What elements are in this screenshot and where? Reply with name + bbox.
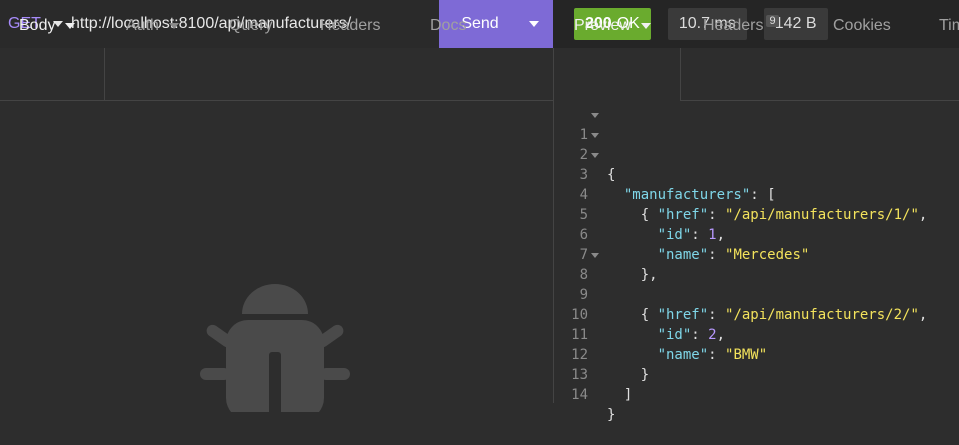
code-line: 11 "name": "BMW" [554,305,959,363]
tab-docs[interactable]: Docs [430,0,466,52]
tab-headers[interactable]: Headers [320,0,380,52]
code-line: 14 } [554,365,959,423]
bug-icon [200,284,350,412]
line-number: 14 [571,387,588,403]
tab-body-container [0,48,105,100]
tab-query[interactable]: Query [229,0,273,52]
headers-count-badge: 9 [766,15,779,27]
code-text: ] [623,387,633,403]
response-preview[interactable]: 1 { 2 "manufacturers": [ 3 { 4 "href": "… [554,102,959,423]
fold-caret-icon[interactable] [591,113,599,118]
fold-caret-icon[interactable] [591,133,599,138]
tab-label: Headers [703,17,764,34]
tab-body[interactable]: Body [19,0,76,52]
tab-response-headers[interactable]: Headers 9 [703,0,779,52]
code-line: 7 }, [554,225,959,283]
tab-label: Auth [126,17,159,34]
tab-timeline[interactable]: Tim [939,0,959,52]
tab-label: Preview [574,17,631,34]
tab-label: Headers [320,17,381,34]
code-line: 1 { [554,105,959,183]
caret-down-icon[interactable] [529,21,539,27]
tab-preview[interactable]: Preview [574,0,651,52]
tab-label: Cookies [833,17,891,34]
code-line: 4 "href": "/api/manufacturers/1/", [554,165,959,223]
code-line: 9 "href": "/api/manufacturers/2/", [554,265,959,323]
tab-preview-container [554,48,681,101]
tab-label: Query [229,17,273,34]
code-line: 3 { [554,145,959,223]
code-line: 5 "id": 1, [554,185,959,243]
tab-cookies[interactable]: Cookies [833,0,891,52]
tab-label: Docs [430,17,467,34]
tab-label: Tim [939,17,959,34]
caret-down-icon [640,23,651,29]
fold-caret-icon[interactable] [591,253,599,258]
code-line: 10 "id": 2, [554,285,959,343]
caret-down-icon [168,23,179,29]
tab-label: Body [19,17,56,34]
caret-down-icon [65,23,76,29]
code-line: 2 "manufacturers": [ [554,125,959,203]
code-text: } [607,407,616,423]
code-line: 13 ] [554,345,959,403]
fold-caret-icon[interactable] [591,153,599,158]
code-line: 12 } [554,325,959,383]
code-line: 6 "name": "Mercedes" [554,205,959,263]
request-body-pane [0,101,553,412]
code-line: 8 { [554,245,959,323]
tab-auth[interactable]: Auth [126,0,179,52]
